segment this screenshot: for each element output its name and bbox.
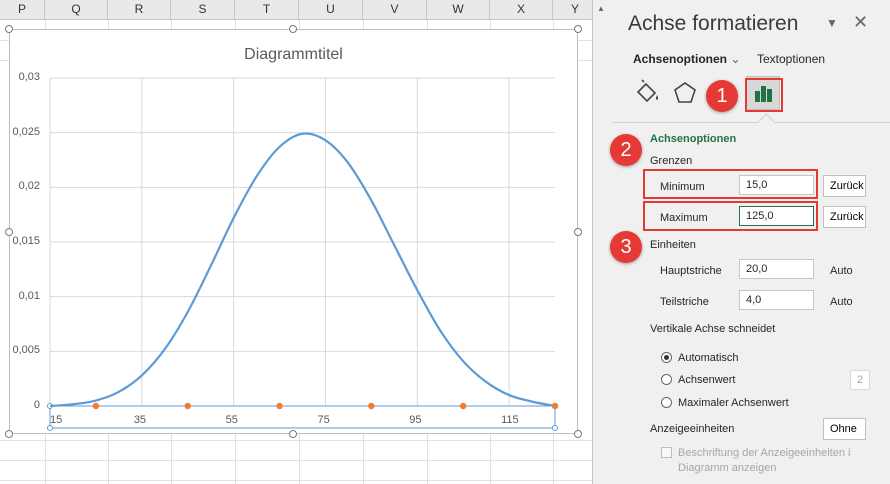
radio-max-axis-value[interactable] [661, 397, 672, 408]
tab-dropdown-chevron-icon[interactable]: ⌄ [730, 52, 740, 66]
column-header-v[interactable]: V [363, 0, 427, 19]
resize-handle-bottom[interactable] [289, 430, 297, 438]
highlight-axis-options-button [745, 78, 783, 112]
column-header-y[interactable]: Y [553, 0, 592, 19]
series-marker-point[interactable] [551, 402, 559, 410]
series-marker-point[interactable] [184, 402, 191, 410]
minor-unit-auto[interactable]: Auto [830, 296, 853, 308]
column-header-s[interactable]: S [171, 0, 235, 19]
effects-button[interactable] [668, 76, 702, 110]
axis-value-input[interactable]: 2 [850, 370, 870, 390]
tab-axis-options-label: Achsenoptionen [633, 52, 728, 66]
series-marker-point[interactable] [276, 402, 283, 410]
resize-handle-bottom-right[interactable] [574, 430, 582, 438]
minor-unit-input[interactable]: 4,0 [739, 290, 814, 310]
scroll-up-arrow-icon[interactable]: ▲ [597, 4, 605, 13]
vertical-scrollbar[interactable] [592, 0, 612, 484]
column-header-x[interactable]: X [490, 0, 553, 19]
section-axis-options[interactable]: Achsenoptionen [650, 133, 736, 145]
radio-automatic-label[interactable]: Automatisch [678, 352, 739, 364]
x-axis-selection-box[interactable] [49, 405, 556, 429]
tab-text-options[interactable]: Textoptionen [757, 52, 825, 66]
annotation-badge-1: 1 [706, 80, 738, 112]
plot-area[interactable] [10, 30, 579, 435]
column-header-r[interactable]: R [108, 0, 171, 19]
pane-title: Achse formatieren [628, 12, 799, 35]
column-header-w[interactable]: W [427, 0, 490, 19]
radio-axis-value-label[interactable]: Achsenwert [678, 374, 735, 386]
fill-line-button[interactable] [630, 76, 664, 110]
grid-line [0, 460, 592, 461]
radio-max-axis-value-label[interactable]: Maximaler Achsenwert [678, 397, 789, 409]
column-header-q[interactable]: Q [45, 0, 108, 19]
close-icon[interactable]: ✕ [853, 12, 868, 33]
highlight-maximum-row [643, 201, 818, 231]
vertical-axis-crosses-heading: Vertikale Achse schneidet [650, 323, 776, 335]
grid-line [0, 440, 592, 441]
column-header-t[interactable]: T [235, 0, 299, 19]
chart-area[interactable]: Diagrammtitel 0,03 0,025 0,02 0,015 0,01 0,00… [9, 29, 578, 434]
resize-handle-left[interactable] [5, 228, 13, 236]
resize-handle-right[interactable] [574, 228, 582, 236]
display-units-label: Anzeigeeinheiten [650, 423, 735, 435]
grid-line [0, 480, 592, 481]
resize-handle-bottom-left[interactable] [5, 430, 13, 438]
column-header-row: P Q R S T U V W X Y [0, 0, 592, 20]
radio-axis-value[interactable] [661, 374, 672, 385]
bounds-heading: Grenzen [650, 155, 693, 167]
major-unit-auto[interactable]: Auto [830, 265, 853, 277]
resize-handle-top[interactable] [289, 25, 297, 33]
units-heading: Einheiten [650, 239, 696, 251]
series-marker-point[interactable] [92, 402, 100, 410]
radio-automatic[interactable] [661, 352, 672, 363]
chevron-down-icon[interactable]: ▼ [826, 16, 838, 30]
resize-handle-top-right[interactable] [574, 25, 582, 33]
minimum-reset-button[interactable]: Zurück [823, 175, 866, 197]
column-header-p[interactable]: P [0, 0, 45, 19]
pentagon-icon [674, 82, 696, 103]
annotation-badge-3: 3 [610, 231, 642, 263]
series-marker-point[interactable] [459, 402, 467, 410]
highlight-minimum-row [643, 169, 818, 199]
annotation-badge-2: 2 [610, 134, 642, 166]
show-display-units-label-line2: Diagramm anzeigen [678, 462, 777, 474]
major-unit-input[interactable]: 20,0 [739, 259, 814, 279]
series-curve-line[interactable] [49, 132, 556, 408]
major-unit-label: Hauptstriche [660, 265, 722, 277]
show-display-units-label-line1: Beschriftung der Anzeigeeinheiten i [678, 447, 851, 459]
resize-handle-top-left[interactable] [5, 25, 13, 33]
maximum-reset-button[interactable]: Zurück [823, 206, 866, 228]
pane-divider [612, 122, 890, 123]
x-axis-selection-handle[interactable] [47, 425, 53, 431]
display-units-dropdown[interactable]: Ohne [823, 418, 866, 440]
x-axis-selection-handle[interactable] [552, 425, 558, 431]
series-marker-point[interactable] [368, 402, 375, 410]
paint-bucket-icon [636, 79, 658, 103]
show-display-units-checkbox[interactable] [661, 447, 672, 458]
tab-axis-options[interactable]: Achsenoptionen ⌄ [633, 52, 740, 66]
column-header-u[interactable]: U [299, 0, 363, 19]
minor-unit-label: Teilstriche [660, 296, 709, 308]
